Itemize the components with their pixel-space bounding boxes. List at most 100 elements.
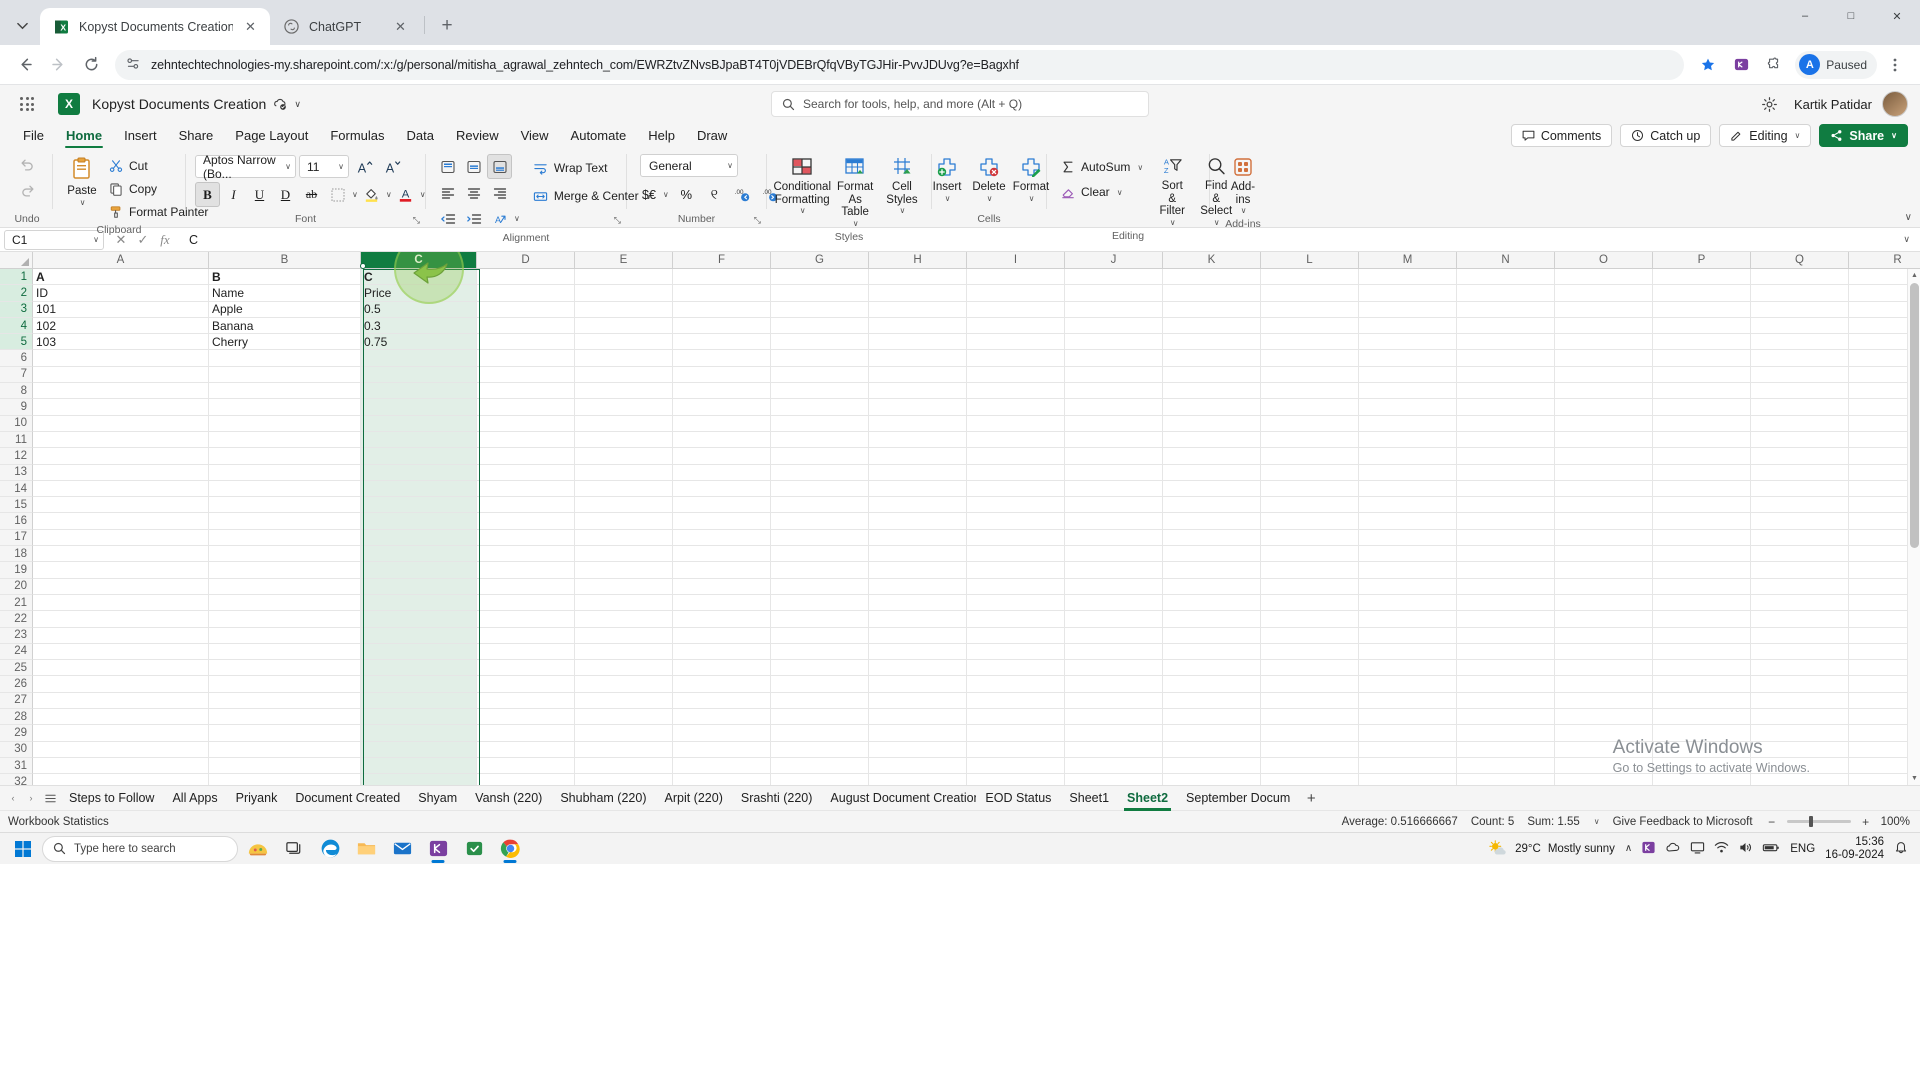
cell-L5[interactable]	[1261, 334, 1359, 351]
cell-A5[interactable]: 103	[33, 334, 209, 351]
cell-N5[interactable]	[1457, 334, 1555, 351]
cell-A20[interactable]	[33, 578, 209, 595]
cell-E7[interactable]	[575, 366, 673, 384]
redo-button[interactable]	[15, 178, 40, 203]
row-header-11[interactable]: 11	[0, 431, 33, 449]
cell-I2[interactable]	[967, 285, 1065, 302]
cell-B5[interactable]: Cherry	[209, 334, 361, 351]
cell-F23[interactable]	[673, 627, 771, 644]
cell-Q11[interactable]	[1751, 431, 1849, 449]
cell-P19[interactable]	[1653, 562, 1751, 579]
cell-I13[interactable]	[967, 464, 1065, 481]
cell-E12[interactable]	[575, 448, 673, 465]
cell-L26[interactable]	[1261, 676, 1359, 693]
cell-I5[interactable]	[967, 334, 1065, 351]
cell-M10[interactable]	[1359, 415, 1457, 432]
cell-N2[interactable]	[1457, 285, 1555, 302]
cell-B6[interactable]	[209, 350, 361, 367]
cell-N14[interactable]	[1457, 480, 1555, 498]
cell-J14[interactable]	[1065, 480, 1163, 498]
cell-P16[interactable]	[1653, 513, 1751, 530]
cell-N8[interactable]	[1457, 383, 1555, 400]
cell-C13[interactable]	[361, 464, 477, 481]
cell-I30[interactable]	[967, 741, 1065, 758]
cell-K14[interactable]	[1163, 480, 1261, 498]
address-bar[interactable]: zehntechtechnologies-my.sharepoint.com/:…	[115, 49, 1685, 80]
row-header-16[interactable]: 16	[0, 513, 33, 530]
row-header-8[interactable]: 8	[0, 383, 33, 400]
cell-C30[interactable]	[361, 741, 477, 758]
cell-O5[interactable]	[1555, 334, 1653, 351]
cell-H20[interactable]	[869, 578, 967, 595]
number-dialog-launcher[interactable]: ⤡	[754, 215, 761, 226]
sheet-tab-september-docum[interactable]: September Docum	[1177, 786, 1299, 811]
sheet-tab-arpit-220[interactable]: Arpit (220)	[656, 786, 732, 811]
cell-C14[interactable]	[361, 480, 477, 498]
cell-E10[interactable]	[575, 415, 673, 432]
insert-cells-button[interactable]: Insert ∨	[927, 154, 967, 205]
cell-Q1[interactable]	[1751, 269, 1849, 286]
cell-C1[interactable]: C	[361, 269, 477, 286]
cell-D6[interactable]	[477, 350, 575, 367]
cell-L25[interactable]	[1261, 660, 1359, 677]
cell-C24[interactable]	[361, 643, 477, 661]
cell-E20[interactable]	[575, 578, 673, 595]
cell-A32[interactable]	[33, 774, 209, 785]
cell-A17[interactable]	[33, 529, 209, 547]
cell-D30[interactable]	[477, 741, 575, 758]
sheet-tab-vansh-220[interactable]: Vansh (220)	[466, 786, 551, 811]
cell-N17[interactable]	[1457, 529, 1555, 547]
cell-G28[interactable]	[771, 709, 869, 726]
cell-P32[interactable]	[1653, 774, 1751, 785]
zoom-in-button[interactable]: +	[1860, 815, 1872, 829]
cell-H4[interactable]	[869, 317, 967, 335]
cell-H14[interactable]	[869, 480, 967, 498]
cell-M9[interactable]	[1359, 399, 1457, 416]
back-icon[interactable]	[10, 50, 40, 80]
cell-J17[interactable]	[1065, 529, 1163, 547]
cell-L4[interactable]	[1261, 317, 1359, 335]
cell-A24[interactable]	[33, 643, 209, 661]
tray-battery-icon[interactable]	[1762, 840, 1780, 858]
tray-expand-icon[interactable]: ∧	[1625, 843, 1632, 854]
cell-O15[interactable]	[1555, 497, 1653, 514]
cell-G13[interactable]	[771, 464, 869, 481]
cell-N25[interactable]	[1457, 660, 1555, 677]
align-bottom-button[interactable]	[487, 154, 512, 179]
edge-icon[interactable]	[314, 835, 346, 863]
cell-E21[interactable]	[575, 594, 673, 612]
cell-E26[interactable]	[575, 676, 673, 693]
cell-G1[interactable]	[771, 269, 869, 286]
cell-B19[interactable]	[209, 562, 361, 579]
cell-K23[interactable]	[1163, 627, 1261, 644]
cell-F27[interactable]	[673, 692, 771, 710]
cell-F32[interactable]	[673, 774, 771, 785]
ribbon-tab-review[interactable]: Review	[445, 123, 510, 148]
row-header-24[interactable]: 24	[0, 643, 33, 661]
cell-E18[interactable]	[575, 546, 673, 563]
cell-N26[interactable]	[1457, 676, 1555, 693]
cell-E5[interactable]	[575, 334, 673, 351]
cell-H28[interactable]	[869, 709, 967, 726]
taskbar-search-input[interactable]: Type here to search	[42, 835, 238, 862]
cell-E2[interactable]	[575, 285, 673, 302]
tab-search-button[interactable]	[8, 11, 36, 39]
cell-N21[interactable]	[1457, 594, 1555, 612]
minimize-button[interactable]: –	[1782, 0, 1828, 32]
undo-button[interactable]	[15, 152, 40, 177]
cell-B3[interactable]: Apple	[209, 301, 361, 318]
cell-C10[interactable]	[361, 415, 477, 432]
mail-icon[interactable]	[386, 835, 418, 863]
cell-O8[interactable]	[1555, 383, 1653, 400]
cell-Q7[interactable]	[1751, 366, 1849, 384]
cell-H16[interactable]	[869, 513, 967, 530]
cell-H17[interactable]	[869, 529, 967, 547]
cell-C3[interactable]: 0.5	[361, 301, 477, 318]
cell-F18[interactable]	[673, 546, 771, 563]
cell-I19[interactable]	[967, 562, 1065, 579]
cell-D27[interactable]	[477, 692, 575, 710]
cell-Q23[interactable]	[1751, 627, 1849, 644]
cell-Q19[interactable]	[1751, 562, 1849, 579]
cell-F29[interactable]	[673, 725, 771, 742]
cell-N1[interactable]	[1457, 269, 1555, 286]
